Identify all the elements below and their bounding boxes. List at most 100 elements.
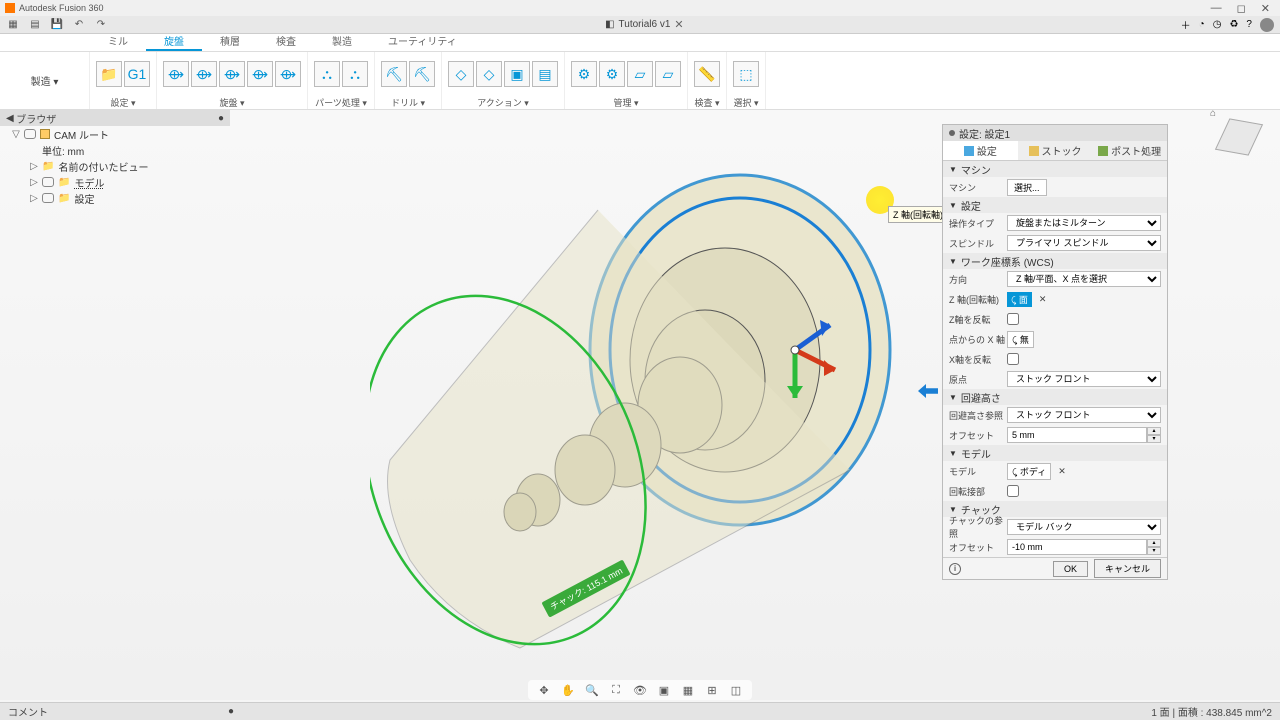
section-machine[interactable]: マシン xyxy=(961,162,991,177)
xflip-checkbox[interactable] xyxy=(1007,353,1019,365)
setup-gcode-icon[interactable]: G1 xyxy=(124,61,150,87)
help-icon[interactable]: ? xyxy=(1246,19,1252,30)
tab-turning[interactable]: 旋盤 xyxy=(146,34,202,51)
browser-item-units[interactable]: 単位: mm xyxy=(12,142,222,158)
model-chip[interactable]: ⤹ ボディ xyxy=(1007,463,1051,480)
close-doc-icon[interactable]: ✕ xyxy=(674,18,683,31)
nav-orbit-icon[interactable]: ✥ xyxy=(536,682,552,698)
zaxis-clear[interactable]: ✕ xyxy=(1035,293,1051,306)
origin-select[interactable]: ストック フロント xyxy=(1007,371,1161,387)
chuck-offset-input[interactable] xyxy=(1007,539,1147,555)
turning-face-icon[interactable]: ⟴ xyxy=(163,61,189,87)
action-icon4[interactable]: ▤ xyxy=(532,61,558,87)
zaxis-chip[interactable]: ⤹ 面 xyxy=(1007,292,1032,307)
turning-groove-icon[interactable]: ⟴ xyxy=(219,61,245,87)
new-design-icon[interactable]: ＋ xyxy=(1181,17,1191,32)
setup-folder-icon[interactable]: 📁 xyxy=(96,61,122,87)
ok-button[interactable]: OK xyxy=(1053,561,1088,577)
turning-profile-icon[interactable]: ⟴ xyxy=(191,61,217,87)
cancel-button[interactable]: キャンセル xyxy=(1094,559,1161,578)
browser-item-models[interactable]: ▷📁モデル xyxy=(12,174,222,190)
maximize-button[interactable]: ◻ xyxy=(1237,2,1246,15)
nav-zoom-icon[interactable]: 🔍 xyxy=(584,682,600,698)
section-safe[interactable]: 回避高さ xyxy=(961,390,1001,405)
close-button[interactable]: ✕ xyxy=(1261,2,1270,15)
app-title: Autodesk Fusion 360 xyxy=(19,3,104,13)
zflip-checkbox[interactable] xyxy=(1007,313,1019,325)
browser-root[interactable]: ▽CAM ルート xyxy=(12,126,222,142)
group-manage-label: 管理 ▾ xyxy=(613,96,638,108)
turning-thread-icon[interactable]: ⟴ xyxy=(247,61,273,87)
job-status-icon[interactable]: ◷ xyxy=(1213,19,1222,30)
section-setup[interactable]: 設定 xyxy=(961,198,981,213)
notify-icon[interactable]: ♻ xyxy=(1229,19,1238,30)
panel-tab-stock[interactable]: ストック xyxy=(1018,141,1093,160)
cube-icon: ◧ xyxy=(605,19,614,30)
nav-look-icon[interactable]: 👁 xyxy=(632,682,648,698)
group-drill-label: ドリル ▾ xyxy=(391,96,425,108)
minimize-button[interactable]: — xyxy=(1211,2,1222,15)
drill-icon2[interactable]: ⛏ xyxy=(409,61,435,87)
manage-icon1[interactable]: ⚙ xyxy=(571,61,597,87)
action-icon2[interactable]: ◇ xyxy=(476,61,502,87)
browser-item-views[interactable]: ▷📁名前の付いたビュー xyxy=(12,158,222,174)
spin-down[interactable]: ▾ xyxy=(1147,435,1161,443)
document-tab[interactable]: ◧ Tutorial6 v1 ✕ xyxy=(605,18,684,31)
browser-pin-icon[interactable]: ● xyxy=(218,113,224,124)
nav-snap-icon[interactable]: ⊞ xyxy=(704,682,720,698)
model-viewport[interactable] xyxy=(370,160,900,660)
orientation-select[interactable]: Z 軸/平面、X 点を選択 xyxy=(1007,271,1161,287)
drill-icon1[interactable]: ⛏ xyxy=(381,61,407,87)
action-icon1[interactable]: ◇ xyxy=(448,61,474,87)
info-icon[interactable]: i xyxy=(949,563,961,575)
arrow-handle[interactable] xyxy=(918,384,938,398)
nav-pan-icon[interactable]: ✋ xyxy=(560,682,576,698)
redo-icon[interactable]: ↷ xyxy=(94,18,108,32)
safe-ref-select[interactable]: ストック フロント xyxy=(1007,407,1161,423)
model-clear[interactable]: ✕ xyxy=(1054,465,1070,478)
inspect-icon[interactable]: 📏 xyxy=(694,61,720,87)
viewcube[interactable]: ⌂ xyxy=(1210,108,1264,162)
xpt-chip[interactable]: ⤹ 無 xyxy=(1007,331,1034,348)
turning-part-icon[interactable]: ⟴ xyxy=(275,61,301,87)
avatar[interactable] xyxy=(1260,18,1274,32)
cursor-tooltip: Z 軸(回転軸) xyxy=(888,206,948,223)
panel-tab-post[interactable]: ポスト処理 xyxy=(1092,141,1167,160)
manage-icon3[interactable]: ▱ xyxy=(627,61,653,87)
tab-additive[interactable]: 積層 xyxy=(202,34,258,51)
manage-icon2[interactable]: ⚙ xyxy=(599,61,625,87)
tab-mfg[interactable]: 製造 xyxy=(314,34,370,51)
spin-up[interactable]: ▴ xyxy=(1147,427,1161,435)
nav-display-icon[interactable]: ▣ xyxy=(656,682,672,698)
select-icon[interactable]: ⬚ xyxy=(733,61,759,87)
group-setup-label: 設定 ▾ xyxy=(110,96,135,108)
nav-viewport-icon[interactable]: ◫ xyxy=(728,682,744,698)
offset-input[interactable] xyxy=(1007,427,1147,443)
nav-fit-icon[interactable]: ⛶ xyxy=(608,682,624,698)
tab-inspect[interactable]: 検査 xyxy=(258,34,314,51)
hole-icon2[interactable]: ⛬ xyxy=(342,61,368,87)
tab-mill[interactable]: ミル xyxy=(90,34,146,51)
undo-icon[interactable]: ↶ xyxy=(72,18,86,32)
file-icon[interactable]: ▤ xyxy=(28,18,42,32)
chuck-ref-select[interactable]: モデル バック xyxy=(1007,519,1161,535)
operation-type-select[interactable]: 旋盤またはミルターン xyxy=(1007,215,1161,231)
extensions-icon[interactable]: ◔ xyxy=(1199,19,1205,30)
section-model[interactable]: モデル xyxy=(961,446,991,461)
app-menu-icon[interactable]: ▦ xyxy=(6,18,20,32)
machine-select-button[interactable]: 選択... xyxy=(1007,179,1047,196)
save-icon[interactable]: 💾 xyxy=(50,18,64,32)
hole-icon1[interactable]: ⛬ xyxy=(314,61,340,87)
tab-utility[interactable]: ユーティリティ xyxy=(370,34,475,51)
browser-item-setups[interactable]: ▷📁設定 xyxy=(12,190,222,206)
manage-icon4[interactable]: ▱ xyxy=(655,61,681,87)
viewcube-home-icon[interactable]: ⌂ xyxy=(1210,108,1216,119)
action-icon3[interactable]: ▣ xyxy=(504,61,530,87)
flip-checkbox[interactable] xyxy=(1007,485,1019,497)
section-wcs[interactable]: ワーク座標系 (WCS) xyxy=(961,254,1054,269)
panel-tab-setup[interactable]: 設定 xyxy=(943,141,1018,160)
comment-label[interactable]: コメント xyxy=(8,704,48,719)
nav-grid-icon[interactable]: ▦ xyxy=(680,682,696,698)
workspace-switcher[interactable]: 製造 ▾ xyxy=(23,69,67,92)
spindle-select[interactable]: プライマリ スピンドル xyxy=(1007,235,1161,251)
